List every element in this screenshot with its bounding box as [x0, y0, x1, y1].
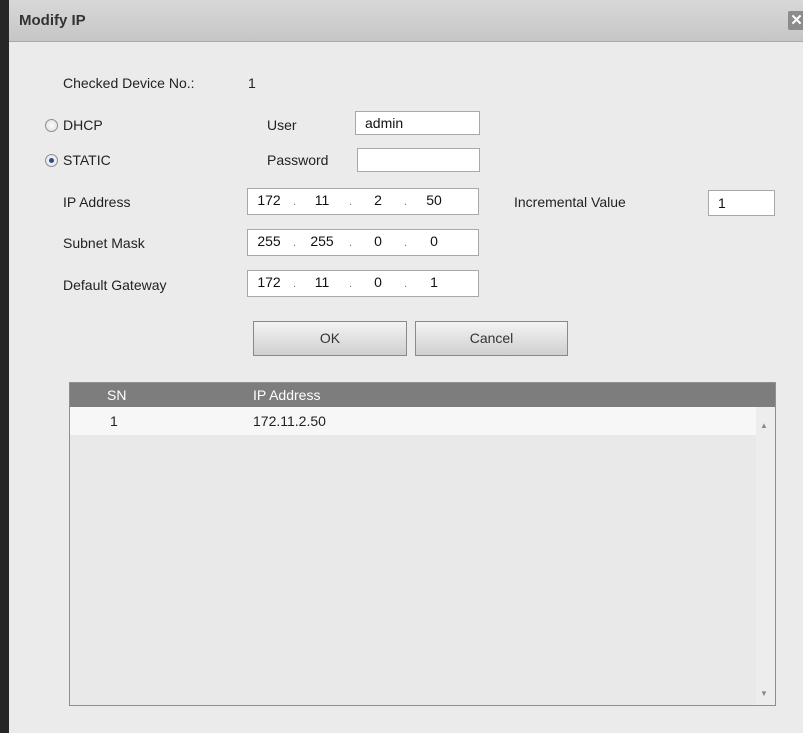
ip-address-field[interactable]: 172 . 11 . 2 . 50 — [247, 188, 479, 215]
octet-separator: . — [293, 237, 297, 249]
gateway-octet[interactable]: 0 — [361, 274, 395, 290]
table-header: SN IP Address — [70, 383, 775, 407]
scroll-down-icon[interactable]: ▼ — [760, 689, 768, 698]
window-left-edge — [0, 0, 9, 733]
password-input[interactable] — [357, 148, 480, 172]
dialog-title: Modify IP — [19, 12, 86, 29]
mask-octet[interactable]: 0 — [361, 233, 395, 249]
incremental-value-input[interactable]: 1 — [708, 190, 775, 216]
table-scrollbar[interactable]: ▲ ▼ — [756, 407, 775, 705]
static-radio[interactable] — [45, 154, 58, 167]
static-label[interactable]: STATIC — [63, 152, 111, 168]
octet-separator: . — [349, 278, 353, 290]
octet-separator: . — [293, 196, 297, 208]
gateway-octet[interactable]: 172 — [252, 274, 286, 290]
default-gateway-label: Default Gateway — [63, 277, 167, 293]
subnet-mask-field[interactable]: 255 . 255 . 0 . 0 — [247, 229, 479, 256]
row-ip-address: 172.11.2.50 — [253, 413, 326, 429]
user-label: User — [267, 117, 297, 133]
octet-separator: . — [404, 196, 408, 208]
mask-octet[interactable]: 255 — [252, 233, 286, 249]
close-icon[interactable]: ✕ — [788, 11, 803, 30]
checked-device-value: 1 — [248, 75, 256, 91]
ip-octet[interactable]: 11 — [305, 192, 339, 208]
ip-octet[interactable]: 2 — [361, 192, 395, 208]
ip-list-table: SN IP Address 1 172.11.2.50 ▲ ▼ — [69, 382, 776, 706]
mask-octet[interactable]: 0 — [417, 233, 451, 249]
checked-device-label: Checked Device No.: — [63, 75, 195, 91]
dialog-titlebar[interactable]: Modify IP ✕ — [9, 0, 803, 42]
octet-separator: . — [349, 237, 353, 249]
password-label: Password — [267, 152, 329, 168]
scroll-up-icon[interactable]: ▲ — [760, 421, 768, 430]
mask-octet[interactable]: 255 — [305, 233, 339, 249]
ip-address-label: IP Address — [63, 194, 131, 210]
row-sn: 1 — [110, 413, 118, 429]
dhcp-radio[interactable] — [45, 119, 58, 132]
gateway-octet[interactable]: 1 — [417, 274, 451, 290]
radio-selected-dot — [49, 158, 54, 163]
cancel-button[interactable]: Cancel — [415, 321, 568, 356]
column-header-ip-address[interactable]: IP Address — [253, 387, 320, 403]
octet-separator: . — [404, 237, 408, 249]
column-header-sn[interactable]: SN — [107, 387, 126, 403]
dhcp-label[interactable]: DHCP — [63, 117, 103, 133]
subnet-mask-label: Subnet Mask — [63, 235, 145, 251]
default-gateway-field[interactable]: 172 . 11 . 0 . 1 — [247, 270, 479, 297]
octet-separator: . — [404, 278, 408, 290]
ip-octet[interactable]: 50 — [417, 192, 451, 208]
table-row[interactable]: 1 172.11.2.50 — [70, 407, 756, 435]
gateway-octet[interactable]: 11 — [305, 274, 339, 290]
octet-separator: . — [293, 278, 297, 290]
ok-button[interactable]: OK — [253, 321, 407, 356]
modify-ip-dialog: Modify IP ✕ Checked Device No.: 1 DHCP S… — [9, 0, 803, 733]
ip-octet[interactable]: 172 — [252, 192, 286, 208]
user-input[interactable]: admin — [355, 111, 480, 135]
incremental-value-label: Incremental Value — [514, 194, 626, 210]
octet-separator: . — [349, 196, 353, 208]
